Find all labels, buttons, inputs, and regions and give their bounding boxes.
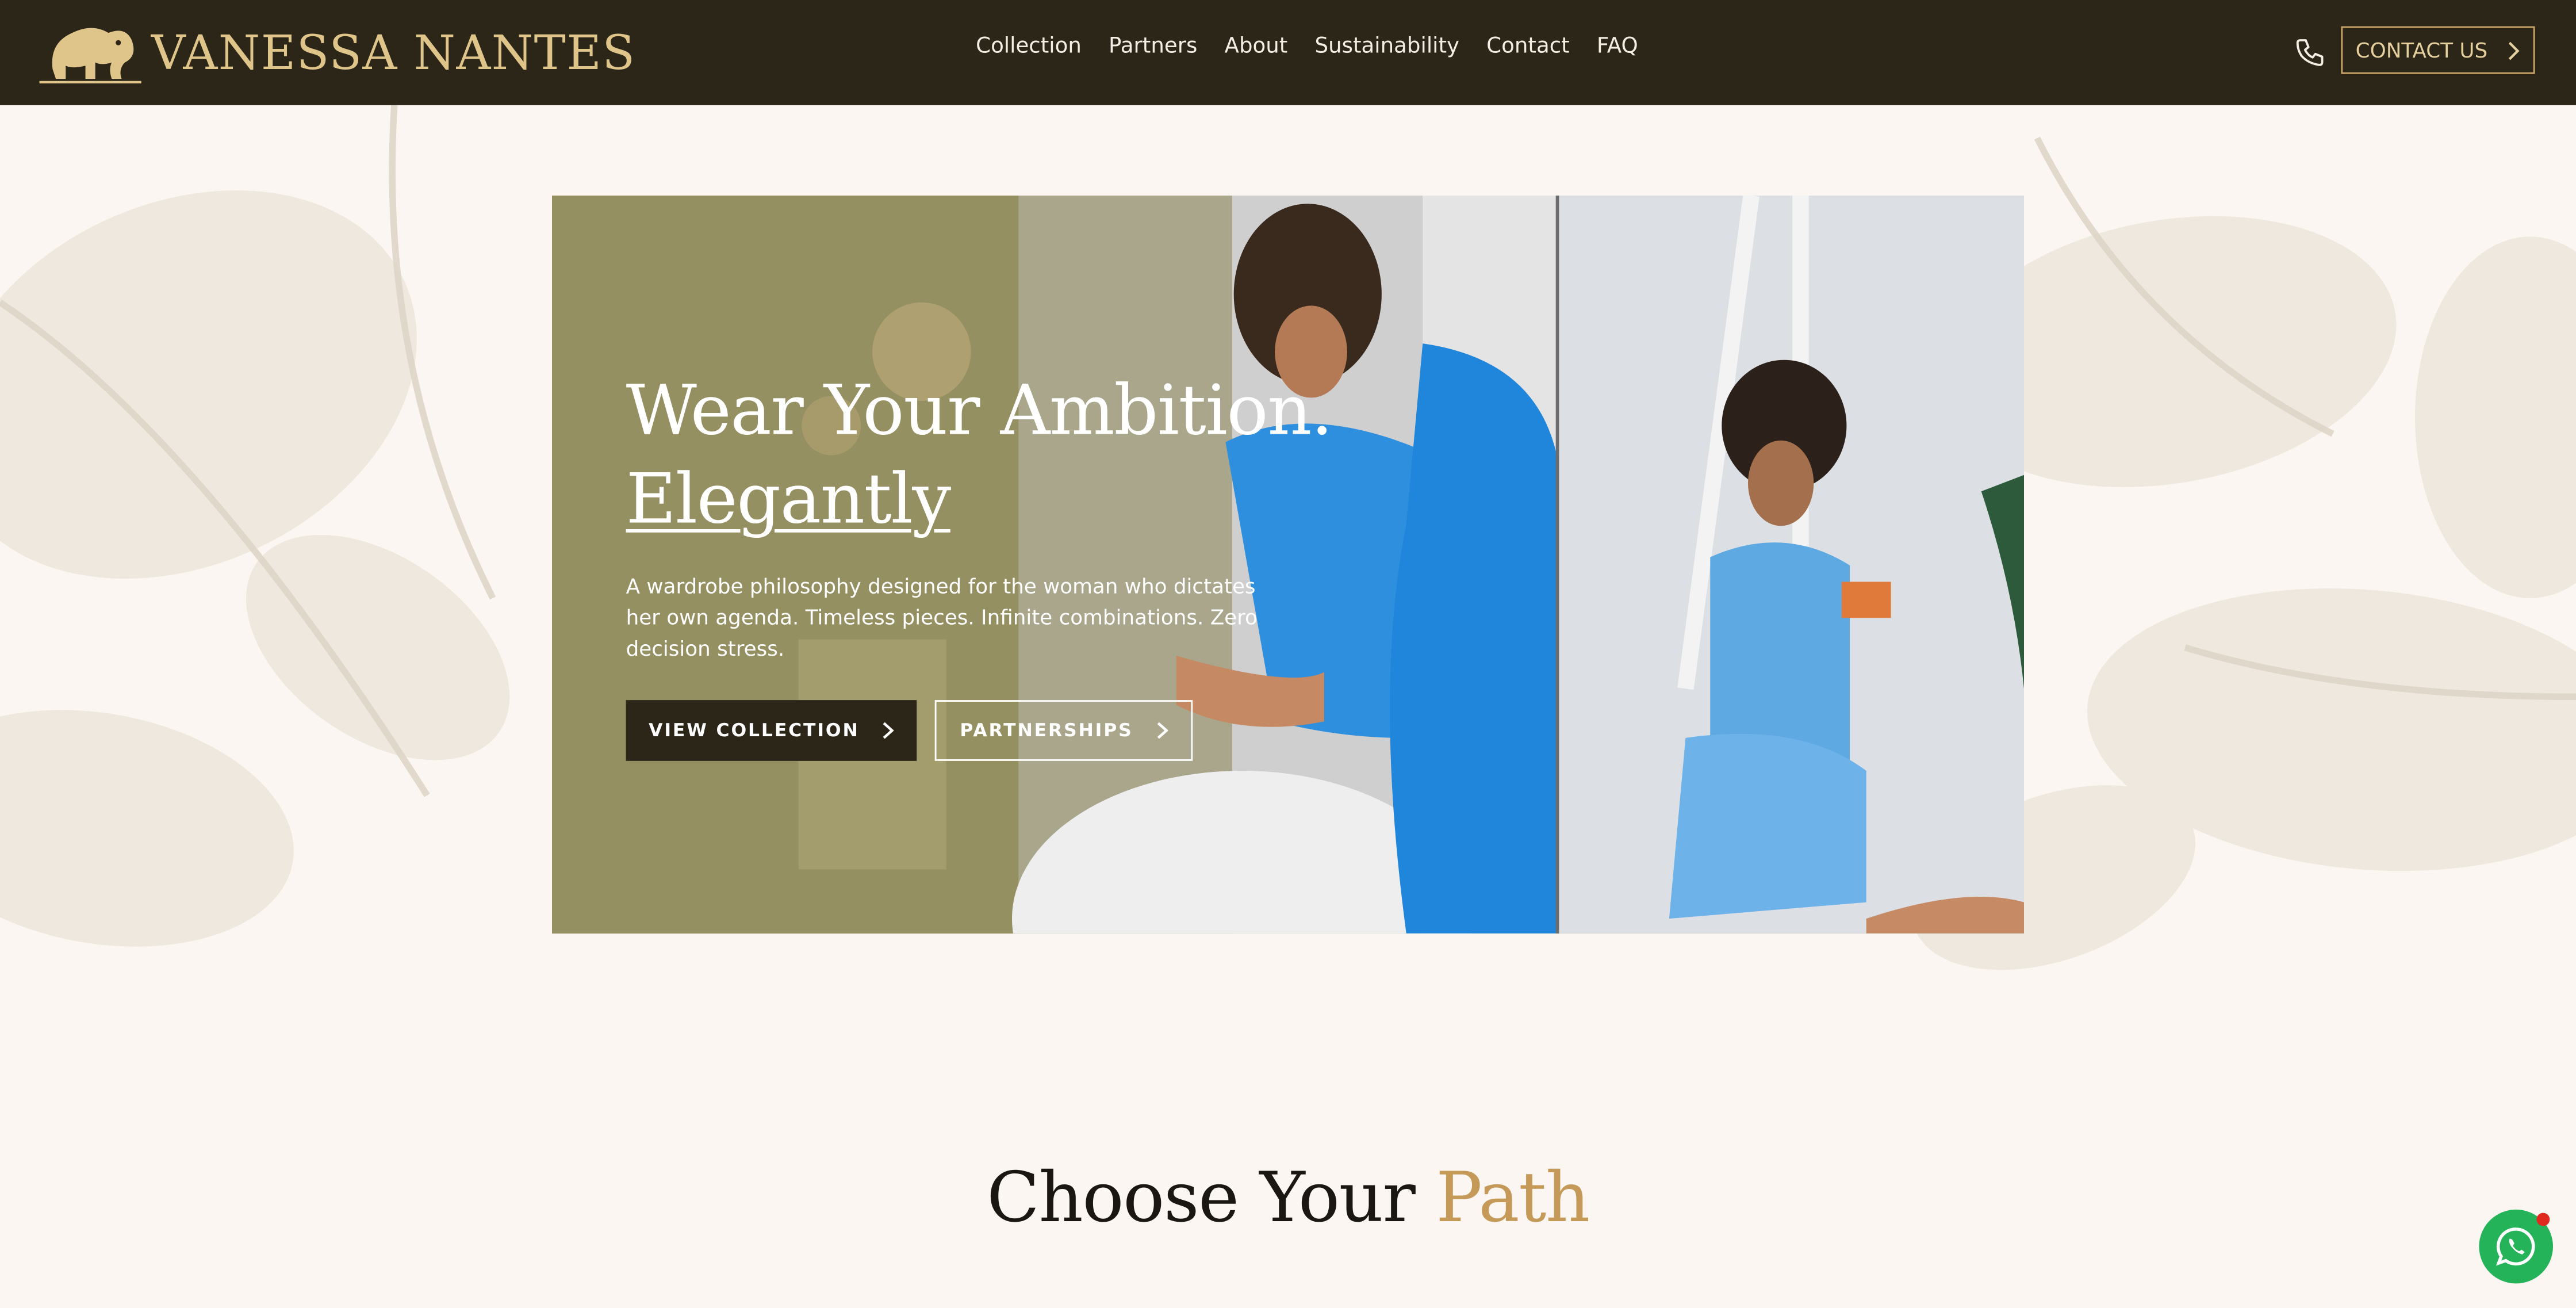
- hero-banner: Wear Your Ambition. Elegantly A wardrobe…: [552, 196, 2024, 934]
- view-collection-label: VIEW COLLECTION: [649, 720, 860, 741]
- partnerships-button[interactable]: PARTNERSHIPS: [934, 700, 1193, 761]
- elephant-icon: [39, 28, 141, 84]
- phone-icon[interactable]: [2294, 36, 2326, 69]
- main-nav: Collection Partners About Sustainability…: [976, 35, 1665, 59]
- choose-path-accent: Path: [1436, 1157, 1590, 1238]
- chevron-right-icon: [1156, 722, 1168, 739]
- whatsapp-icon: [2496, 1227, 2535, 1266]
- choose-path-main: Choose Your: [987, 1157, 1436, 1238]
- nav-collection[interactable]: Collection: [976, 35, 1082, 59]
- top-header: VANESSA NANTES Collection Partners About…: [0, 0, 2576, 105]
- hero-image: [552, 196, 2024, 934]
- hero-subtitle: A wardrobe philosophy designed for the w…: [626, 573, 1258, 661]
- nav-contact[interactable]: Contact: [1486, 35, 1570, 59]
- view-collection-button[interactable]: VIEW COLLECTION: [626, 700, 917, 761]
- brand-logo[interactable]: VANESSA NANTES: [36, 17, 636, 89]
- whatsapp-button[interactable]: [2479, 1209, 2553, 1284]
- nav-sustainability[interactable]: Sustainability: [1315, 35, 1460, 59]
- brand-name: VANESSA NANTES: [151, 24, 636, 81]
- hero-title-line1: Wear Your Ambition.: [626, 369, 1333, 450]
- contact-us-label: CONTACT US: [2355, 37, 2488, 63]
- choose-path-heading: Choose Your Path: [0, 1157, 2576, 1237]
- nav-faq[interactable]: FAQ: [1597, 35, 1638, 59]
- page: VANESSA NANTES Collection Partners About…: [0, 0, 2576, 1308]
- hero-title-line2: Elegantly: [626, 458, 952, 540]
- partnerships-label: PARTNERSHIPS: [960, 720, 1133, 741]
- nav-about[interactable]: About: [1225, 35, 1288, 59]
- contact-us-button[interactable]: CONTACT US: [2341, 26, 2535, 74]
- nav-partners[interactable]: Partners: [1109, 35, 1197, 59]
- hero-title: Wear Your Ambition. Elegantly: [626, 366, 1333, 544]
- chevron-right-icon: [883, 722, 894, 739]
- chevron-right-icon: [2509, 41, 2520, 59]
- notification-dot: [2536, 1213, 2550, 1226]
